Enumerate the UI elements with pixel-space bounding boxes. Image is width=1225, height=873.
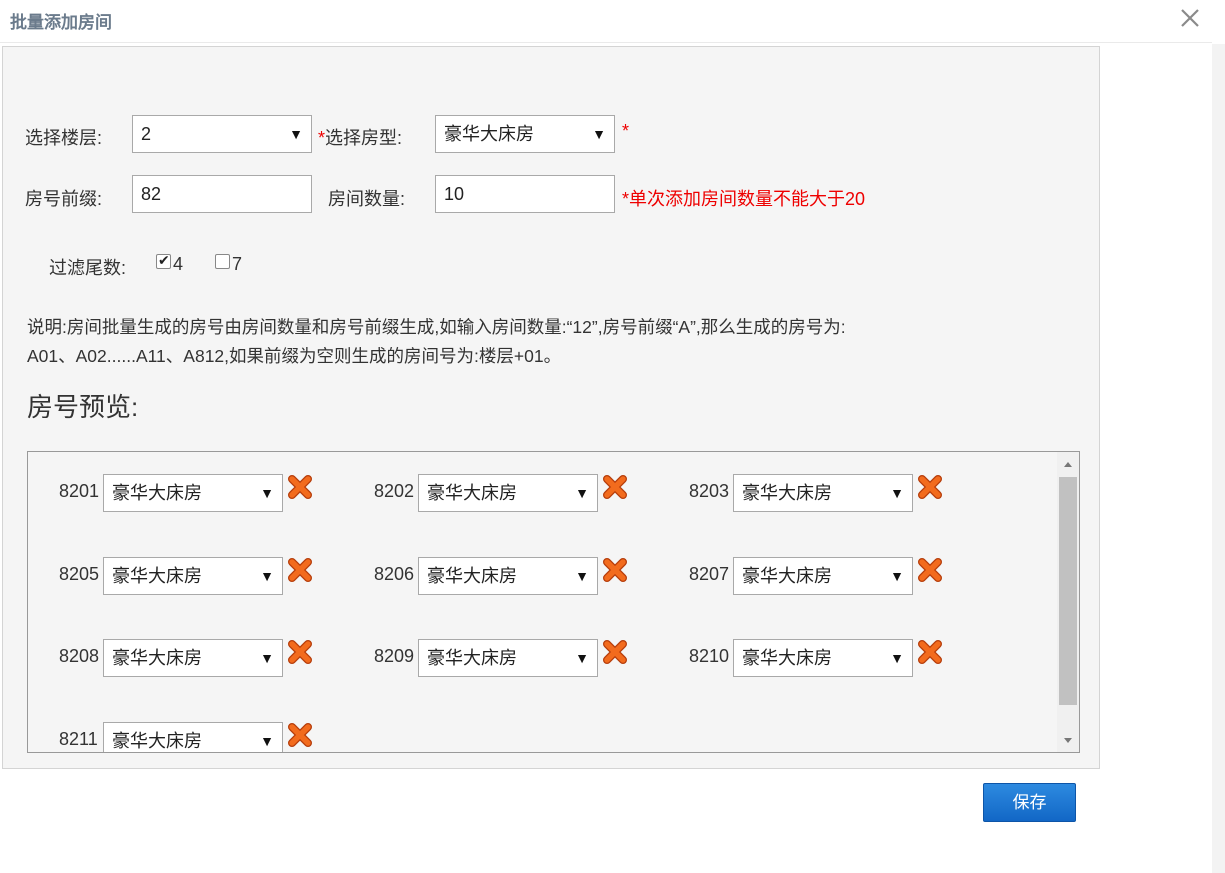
filter-checkbox-7[interactable] bbox=[215, 254, 230, 269]
delete-x-icon[interactable] bbox=[600, 472, 630, 502]
room-type-select[interactable]: 豪华大床房 ▼ bbox=[103, 722, 283, 752]
chevron-down-icon: ▼ bbox=[575, 485, 589, 501]
room-type-value: 豪华大床房 bbox=[427, 566, 517, 586]
close-icon[interactable] bbox=[1176, 4, 1204, 32]
room-number: 8206 bbox=[374, 564, 415, 584]
preview-title: 房号预览: bbox=[27, 392, 139, 422]
floor-select-value: 2 bbox=[141, 124, 152, 144]
room-number: 8207 bbox=[689, 564, 730, 584]
required-mark: * bbox=[622, 121, 630, 141]
filter-checkbox-4[interactable]: ✔ bbox=[156, 252, 171, 269]
description-line: 说明:房间批量生成的房号由房间数量和房号前缀生成,如输入房间数量:“12”,房号… bbox=[27, 317, 846, 337]
room-type-value: 豪华大床房 bbox=[112, 731, 202, 751]
scroll-up-arrow-icon[interactable] bbox=[1057, 452, 1079, 476]
chevron-down-icon: ▼ bbox=[260, 568, 274, 584]
chevron-down-icon: ▼ bbox=[890, 485, 904, 501]
delete-x-icon[interactable] bbox=[285, 637, 315, 667]
chevron-down-icon: ▼ bbox=[260, 650, 274, 666]
room-preview-list: 8201 豪华大床房 ▼ 8202 豪华大床房 ▼ 8203 豪华大床房 ▼ 8205… bbox=[27, 451, 1080, 753]
prefix-input[interactable]: 82 bbox=[132, 175, 312, 213]
room-type-value: 豪华大床房 bbox=[112, 483, 202, 503]
room-type-select[interactable]: 豪华大床房 ▼ bbox=[418, 557, 598, 595]
room-number: 8205 bbox=[59, 564, 100, 584]
save-button[interactable]: 保存 bbox=[983, 783, 1076, 822]
room-type-select[interactable]: 豪华大床房 ▼ bbox=[435, 115, 615, 153]
count-input[interactable]: 10 bbox=[435, 175, 615, 213]
floor-label: 选择楼层: bbox=[25, 128, 103, 148]
dialog-titlebar: 批量添加房间 bbox=[0, 0, 1225, 40]
room-number: 8201 bbox=[59, 481, 100, 501]
vertical-scrollbar[interactable] bbox=[1057, 452, 1079, 752]
form-panel: 选择楼层: 2 ▼ *选择房型: 豪华大床房 ▼ * 房号前缀: 82 房间数量… bbox=[2, 46, 1100, 769]
room-type-select[interactable]: 豪华大床房 ▼ bbox=[103, 474, 283, 512]
room-number: 8202 bbox=[374, 481, 415, 501]
filter-option-label: 4 bbox=[173, 254, 184, 274]
floor-select[interactable]: 2 ▼ bbox=[132, 115, 312, 153]
room-type-label-group: *选择房型: bbox=[318, 124, 402, 150]
room-number: 8211 bbox=[59, 729, 98, 749]
room-type-label: 选择房型: bbox=[325, 128, 403, 148]
room-number: 8209 bbox=[374, 646, 415, 666]
prefix-label: 房号前缀: bbox=[25, 189, 103, 209]
room-number: 8203 bbox=[689, 481, 730, 501]
delete-x-icon[interactable] bbox=[600, 637, 630, 667]
check-icon: ✔ bbox=[158, 252, 170, 268]
room-type-value: 豪华大床房 bbox=[427, 648, 517, 668]
chevron-down-icon: ▼ bbox=[575, 650, 589, 666]
room-type-value: 豪华大床房 bbox=[427, 483, 517, 503]
scrollbar-thumb[interactable] bbox=[1059, 477, 1077, 705]
count-label: 房间数量: bbox=[328, 189, 406, 209]
title-divider bbox=[0, 42, 1212, 43]
delete-x-icon[interactable] bbox=[285, 555, 315, 585]
scroll-down-arrow-icon[interactable] bbox=[1057, 728, 1079, 752]
chevron-down-icon: ▼ bbox=[592, 126, 606, 142]
room-type-select[interactable]: 豪华大床房 ▼ bbox=[418, 474, 598, 512]
room-type-select[interactable]: 豪华大床房 ▼ bbox=[733, 474, 913, 512]
delete-x-icon[interactable] bbox=[915, 472, 945, 502]
room-type-value: 豪华大床房 bbox=[742, 483, 832, 503]
delete-x-icon[interactable] bbox=[285, 720, 315, 750]
description-line: A01、A02......A11、A812,如果前缀为空则生成的房间号为:楼层+… bbox=[27, 346, 562, 366]
room-number: 8210 bbox=[689, 646, 730, 666]
chevron-down-icon: ▼ bbox=[260, 485, 274, 501]
room-type-select[interactable]: 豪华大床房 ▼ bbox=[733, 557, 913, 595]
chevron-down-icon: ▼ bbox=[575, 568, 589, 584]
room-number: 8208 bbox=[59, 646, 100, 666]
room-type-value: 豪华大床房 bbox=[112, 566, 202, 586]
filter-label: 过滤尾数: bbox=[49, 258, 127, 278]
filter-option-label: 7 bbox=[232, 254, 243, 274]
room-type-select[interactable]: 豪华大床房 ▼ bbox=[103, 557, 283, 595]
delete-x-icon[interactable] bbox=[600, 555, 630, 585]
side-strip bbox=[1212, 44, 1225, 873]
room-type-select[interactable]: 豪华大床房 ▼ bbox=[103, 639, 283, 677]
required-mark: * bbox=[318, 128, 326, 148]
count-hint: *单次添加房间数量不能大于20 bbox=[622, 189, 866, 209]
dialog-title: 批量添加房间 bbox=[10, 13, 112, 32]
room-type-select[interactable]: 豪华大床房 ▼ bbox=[733, 639, 913, 677]
delete-x-icon[interactable] bbox=[915, 637, 945, 667]
description-text: 说明:房间批量生成的房号由房间数量和房号前缀生成,如输入房间数量:“12”,房号… bbox=[27, 313, 1077, 371]
chevron-down-icon: ▼ bbox=[289, 126, 303, 142]
delete-x-icon[interactable] bbox=[285, 472, 315, 502]
chevron-down-icon: ▼ bbox=[260, 733, 274, 749]
room-type-value: 豪华大床房 bbox=[112, 648, 202, 668]
delete-x-icon[interactable] bbox=[915, 555, 945, 585]
room-type-value: 豪华大床房 bbox=[742, 566, 832, 586]
room-type-value: 豪华大床房 bbox=[742, 648, 832, 668]
room-type-select[interactable]: 豪华大床房 ▼ bbox=[418, 639, 598, 677]
chevron-down-icon: ▼ bbox=[890, 568, 904, 584]
chevron-down-icon: ▼ bbox=[890, 650, 904, 666]
room-type-select-value: 豪华大床房 bbox=[444, 124, 534, 144]
